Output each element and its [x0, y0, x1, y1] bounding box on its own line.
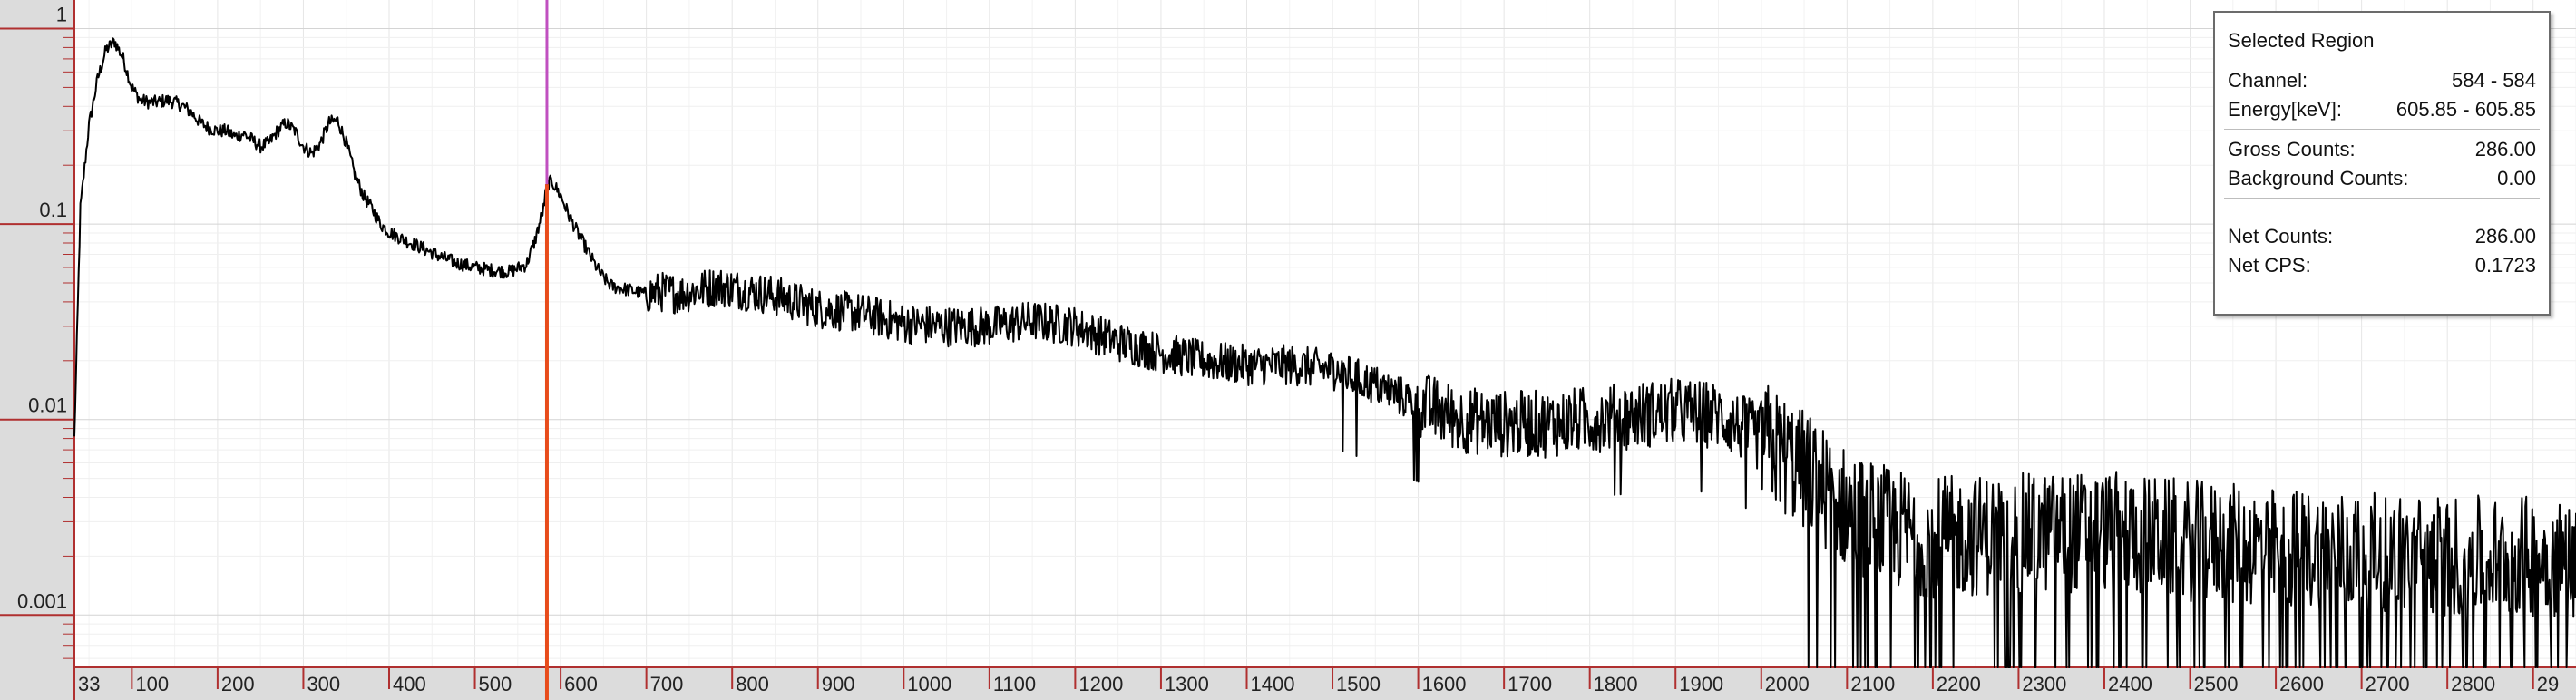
gross-counts-value: 286.00	[2474, 138, 2536, 160]
selected-region-panel: Selected Region Channel: 584 - 584 Energ…	[2213, 11, 2551, 316]
net-cps-row: Net CPS: 0.1723	[2228, 254, 2536, 277]
x-tick-label: 900	[822, 673, 855, 695]
x-tick-label: 200	[221, 673, 255, 695]
x-tick-label: 1700	[1508, 673, 1552, 695]
y-axis-panel	[0, 0, 74, 667]
y-tick-label: 1	[56, 4, 67, 26]
spectrum-viewer: 1 0.1 0.01 0.001 33 100 200 300 400 500 600 700 800…	[0, 0, 2576, 700]
x-tick-label: 1800	[1594, 673, 1638, 695]
separator	[2224, 129, 2540, 130]
net-counts-row: Net Counts: 286.00	[2228, 225, 2536, 248]
x-tick-label: 1600	[1422, 673, 1467, 695]
channel-value: 584 - 584	[2452, 69, 2536, 92]
x-tick-label: 500	[479, 673, 512, 695]
x-tick-label: 800	[736, 673, 769, 695]
net-cps-value: 0.1723	[2474, 254, 2536, 277]
x-tick-label: 1100	[993, 673, 1036, 695]
net-counts-value: 286.00	[2474, 225, 2536, 248]
x-tick-label: 2000	[1765, 673, 1810, 695]
x-tick-label: 29	[2537, 673, 2559, 695]
x-tick-label: 2200	[1937, 673, 1981, 695]
x-tick-label: 100	[135, 673, 169, 695]
y-tick-label: 0.01	[28, 394, 67, 417]
x-tick-label: 600	[564, 673, 598, 695]
channel-label: Channel:	[2228, 69, 2308, 92]
x-tick-label: 1200	[1078, 673, 1123, 695]
background-counts-row: Background Counts: 0.00	[2228, 167, 2536, 190]
x-tick-label: 1400	[1250, 673, 1294, 695]
x-tick-label: 400	[393, 673, 426, 695]
x-tick-label: 33	[78, 673, 100, 695]
x-tick-label: 2100	[1850, 673, 1895, 695]
x-tick-label: 1300	[1165, 673, 1209, 695]
y-tick-label: 0.001	[17, 589, 67, 612]
background-counts-label: Background Counts:	[2228, 167, 2409, 190]
x-tick-label: 1000	[907, 673, 951, 695]
x-tick-label: 700	[650, 673, 684, 695]
gross-counts-label: Gross Counts:	[2228, 138, 2356, 160]
x-tick-label: 1500	[1336, 673, 1381, 695]
separator	[2224, 198, 2540, 199]
x-tick-label: 1900	[1679, 673, 1723, 695]
x-tick-label: 2300	[2022, 673, 2066, 695]
background-counts-value: 0.00	[2497, 167, 2536, 190]
y-tick-label: 0.1	[39, 199, 67, 221]
energy-label: Energy[keV]:	[2228, 98, 2342, 121]
gross-counts-row: Gross Counts: 286.00	[2228, 138, 2536, 161]
x-tick-label: 300	[307, 673, 340, 695]
energy-row: Energy[keV]: 605.85 - 605.85	[2228, 98, 2536, 122]
x-tick-label: 2700	[2366, 673, 2410, 695]
energy-value: 605.85 - 605.85	[2395, 98, 2536, 121]
spectrum-chart[interactable]: 1 0.1 0.01 0.001 33 100 200 300 400 500 600 700 800…	[0, 0, 2576, 700]
net-cps-label: Net CPS:	[2228, 254, 2311, 277]
net-counts-label: Net Counts:	[2228, 225, 2334, 248]
x-tick-label: 2600	[2279, 673, 2324, 695]
x-tick-label: 2800	[2451, 673, 2495, 695]
selected-region-title: Selected Region	[2228, 29, 2375, 52]
x-tick-label: 2400	[2108, 673, 2152, 695]
x-tick-label: 2500	[2194, 673, 2239, 695]
channel-row: Channel: 584 - 584	[2228, 69, 2536, 92]
